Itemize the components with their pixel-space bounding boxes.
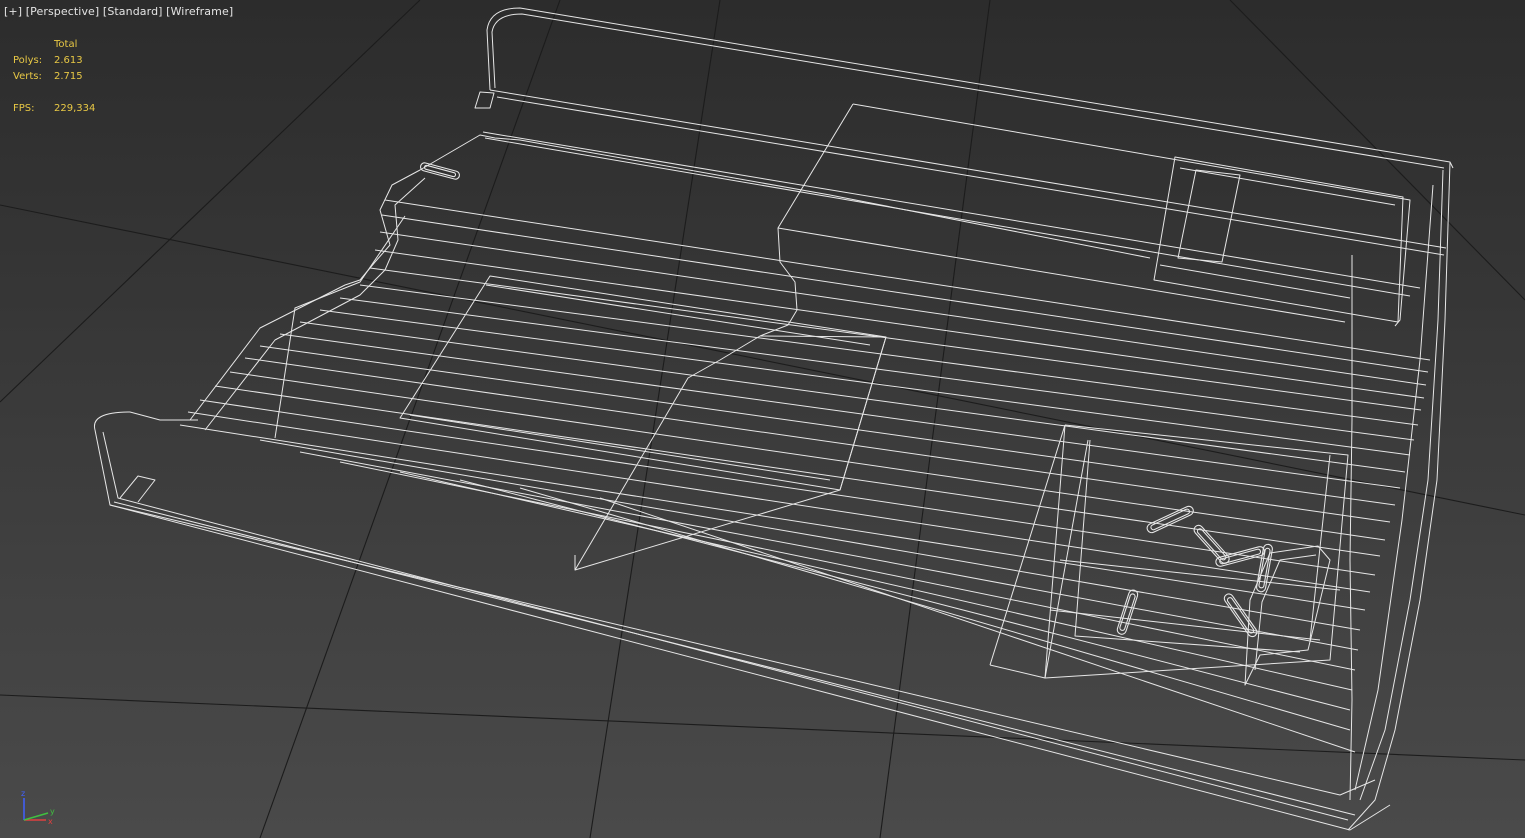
stats-verts-value: 2.715	[54, 71, 83, 82]
stats-total-header: Total	[54, 39, 78, 50]
home-grid	[0, 0, 1525, 838]
stats-polys-label: Polys:	[13, 55, 43, 66]
axis-tripod-icon: z x y	[21, 789, 55, 826]
perspective-viewport[interactable]: [+] [Perspective] [Standard] [Wireframe]…	[0, 0, 1525, 838]
viewport-display-mode-menu[interactable]: [Wireframe]	[166, 5, 233, 18]
viewport-plus-menu[interactable]: [+]	[4, 5, 22, 18]
viewport-label-menu[interactable]: [+] [Perspective] [Standard] [Wireframe]	[4, 5, 233, 18]
stats-fps-label: FPS:	[13, 103, 35, 114]
stats-fps-value: 229,334	[54, 103, 96, 114]
desk-organizer-wireframe	[93, 7, 1454, 831]
axis-y-label: y	[50, 807, 55, 816]
stats-polys-value: 2.613	[54, 55, 83, 66]
viewport-point-of-view-menu[interactable]: [Perspective]	[26, 5, 100, 18]
stats-verts-label: Verts:	[13, 71, 42, 82]
viewport-shading-menu[interactable]: [Standard]	[103, 5, 163, 18]
paper-clips	[419, 162, 1273, 638]
axis-z-label: z	[21, 789, 25, 798]
wireframe-scene[interactable]	[0, 0, 1525, 838]
axis-x-label: x	[48, 817, 53, 826]
axis-y-line	[23, 812, 49, 821]
